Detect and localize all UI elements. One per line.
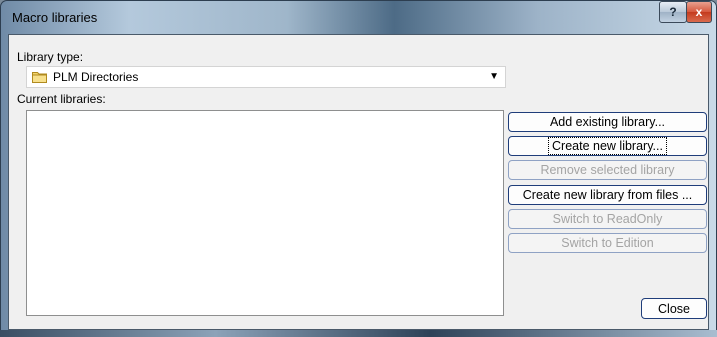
close-button-label: Close — [658, 301, 690, 316]
window-close-button[interactable]: x — [686, 1, 712, 23]
create-new-library-label: Create new library... — [548, 137, 667, 155]
switch-readonly-label: Switch to ReadOnly — [552, 212, 663, 226]
help-button[interactable]: ? — [659, 1, 687, 23]
title-bar[interactable]: Macro libraries ? x — [0, 0, 717, 34]
close-button[interactable]: Close — [641, 298, 707, 319]
switch-edition-label: Switch to Edition — [561, 236, 654, 250]
library-type-dropdown[interactable]: PLM Directories ▼ — [26, 66, 506, 88]
create-library-from-files-button[interactable]: Create new library from files ... — [508, 185, 707, 205]
folder-icon — [32, 72, 47, 83]
library-type-label: Library type: — [17, 50, 84, 64]
help-icon: ? — [669, 5, 677, 19]
create-library-from-files-label: Create new library from files ... — [522, 188, 693, 202]
remove-selected-library-label: Remove selected library — [540, 163, 675, 177]
add-existing-library-label: Add existing library... — [549, 115, 666, 129]
library-type-selected: PLM Directories — [53, 70, 139, 84]
macro-libraries-window: Macro libraries ? x Library type: PLM Di… — [0, 0, 717, 337]
add-existing-library-button[interactable]: Add existing library... — [508, 112, 707, 132]
current-libraries-label: Current libraries: — [17, 92, 106, 106]
current-libraries-list[interactable] — [26, 110, 504, 316]
create-new-library-button[interactable]: Create new library... — [508, 136, 707, 156]
window-title: Macro libraries — [12, 10, 98, 25]
switch-readonly-button[interactable]: Switch to ReadOnly — [508, 209, 707, 229]
close-icon: x — [695, 5, 703, 19]
window-bottom-edge — [0, 330, 717, 337]
chevron-down-icon[interactable]: ▼ — [489, 71, 499, 82]
switch-edition-button[interactable]: Switch to Edition — [508, 233, 707, 253]
remove-selected-library-button[interactable]: Remove selected library — [508, 160, 707, 180]
